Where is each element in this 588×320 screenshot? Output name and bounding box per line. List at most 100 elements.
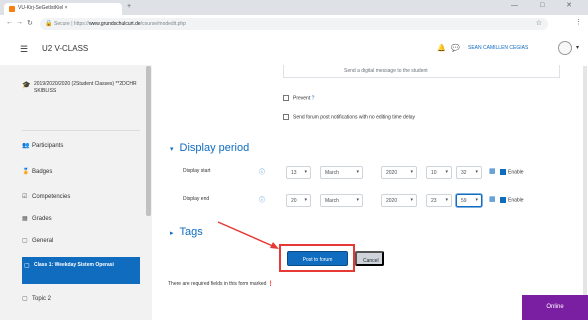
browser-tab-bar: VU-Kirj-SeGetIstKiel × + — □ ✕ — [0, 0, 588, 15]
course-name: 2019/2020/2020 (2Student Classes) **2DCH… — [34, 81, 137, 94]
chevron-down-icon: ▾ — [475, 169, 478, 175]
chevron-down-icon: ▾ — [410, 197, 413, 203]
calendar-icon[interactable]: ▦ — [489, 167, 496, 175]
url-input[interactable]: 🔒 Secure | https://www.grundschulcurt.de… — [40, 18, 548, 30]
required-note-text: There are required fields in this form m… — [168, 281, 267, 287]
end-year-select[interactable]: 2020 ▾ — [381, 194, 417, 207]
select-value: 10 — [431, 170, 437, 176]
start-month-select[interactable]: March ▾ — [320, 166, 363, 179]
cancel-button[interactable]: Cancel — [355, 251, 384, 266]
pinned-checkbox-row[interactable]: Prevent ? — [283, 95, 314, 101]
sidebar-item-label: Competencies — [32, 194, 71, 200]
select-value: 2020 — [386, 170, 398, 176]
site-name[interactable]: U2 V-CLASS — [42, 44, 88, 53]
send-notifications-checkbox-row[interactable]: Send forum post notifications with no ed… — [283, 114, 415, 120]
address-bar: ← → ↻ 🔒 Secure | https://www.grundschulc… — [0, 15, 588, 35]
select-value: 59 — [461, 198, 467, 204]
select-value: 20 — [291, 198, 297, 204]
lock-icon: 🔒 — [45, 21, 53, 27]
display-period-section-header[interactable]: ▾ Display period — [170, 142, 249, 154]
user-name[interactable]: SEAN CAMILLEN CEGIAS — [468, 45, 528, 51]
folder-icon: ▢ — [24, 263, 30, 269]
window-controls[interactable]: — □ ✕ — [511, 1, 582, 9]
sidebar-item-competencies[interactable]: ☑ Competencies — [22, 193, 70, 200]
chevron-down-icon[interactable]: ▾ — [576, 44, 579, 51]
drawer-scrollbar[interactable] — [146, 66, 151, 216]
end-day-select[interactable]: 20 ▾ — [286, 194, 311, 207]
forward-icon[interactable]: → — [16, 19, 23, 26]
url-text: Secure | https://www.grundschulcurt.de/c… — [54, 21, 186, 27]
badge-icon: 🏅 — [22, 169, 30, 175]
chevron-down-icon: ▾ — [304, 169, 307, 175]
grid-icon: ▦ — [22, 216, 28, 222]
chat-icon[interactable]: 💬 — [451, 44, 460, 52]
end-month-select[interactable]: March ▾ — [320, 194, 363, 207]
start-year-select[interactable]: 2020 ▾ — [381, 166, 417, 179]
sidebar-item-badges[interactable]: 🏅 Badges — [22, 168, 52, 175]
display-start-label: Display start — [183, 168, 211, 174]
chevron-down-icon: ▾ — [356, 197, 359, 203]
end-minute-select[interactable]: 59 ▾ — [456, 194, 482, 207]
checkbox[interactable] — [283, 114, 289, 120]
help-icon[interactable]: ⓘ — [259, 167, 265, 176]
bookmark-star-icon[interactable]: ☆ — [536, 19, 542, 27]
chevron-down-icon: ▾ — [475, 197, 478, 203]
start-hour-select[interactable]: 10 ▾ — [426, 166, 452, 179]
end-hour-select[interactable]: 23 ▾ — [426, 194, 452, 207]
select-value: 2020 — [386, 198, 398, 204]
section-title: Display period — [179, 142, 250, 154]
bell-icon[interactable]: 🔔 — [437, 44, 446, 52]
checkbox-label: Enable — [508, 197, 524, 204]
browser-menu-icon[interactable]: ⋮ — [575, 18, 582, 26]
chevron-down-icon: ▾ — [445, 197, 448, 203]
chevron-down-icon: ▾ — [304, 197, 307, 203]
sidebar-item-label: Grades — [32, 216, 52, 222]
sidebar-item-grades[interactable]: ▦ Grades — [22, 215, 52, 222]
graduation-cap-icon: 🎓 — [22, 82, 31, 89]
chevron-down-icon: ▾ — [170, 146, 174, 153]
main-scrollbar[interactable] — [583, 66, 587, 296]
reload-icon[interactable]: ↻ — [27, 19, 33, 27]
avatar[interactable] — [558, 41, 572, 55]
select-value: 13 — [291, 170, 297, 176]
calendar-icon[interactable]: ▦ — [489, 195, 496, 203]
help-icon[interactable]: ⓘ — [259, 195, 265, 204]
start-enable-checkbox[interactable]: Enable — [500, 169, 524, 175]
hamburger-menu-icon[interactable]: ☰ — [20, 44, 28, 55]
moodle-favicon-icon — [9, 6, 15, 12]
online-badge[interactable]: Online — [522, 295, 588, 320]
checkbox[interactable] — [500, 197, 506, 203]
browser-tab-title: VU-Kirj-SeGetIstKiel × — [18, 5, 68, 11]
sidebar-item-participants[interactable]: 👥 Participants — [22, 142, 63, 149]
url-domain: www.grundschulcurt.de — [88, 21, 141, 27]
sidebar-item-topic-2[interactable]: ▢ Topic 2 — [22, 295, 51, 302]
sidebar-item-active-topic[interactable]: ▢ Class 1: Weekday Sistem Operasi — [22, 257, 140, 284]
url-path: /course/modedit.php — [140, 21, 186, 27]
chevron-down-icon: ▾ — [445, 169, 448, 175]
sidebar-item-label: Badges — [32, 169, 53, 175]
sidebar-item-general[interactable]: ▢ General — [22, 237, 53, 244]
users-icon: 👥 — [22, 143, 30, 149]
chevron-right-icon: ▸ — [170, 230, 174, 237]
new-tab-button[interactable]: + — [127, 3, 131, 10]
display-end-label: Display end — [183, 196, 210, 202]
checkbox-label: Prevent — [293, 95, 311, 102]
checkbox-label: Send forum post notifications with no ed… — [293, 114, 416, 121]
start-minute-select[interactable]: 32 ▾ — [456, 166, 482, 179]
back-icon[interactable]: ← — [6, 19, 13, 26]
tags-section-header[interactable]: ▸ Tags — [170, 226, 203, 238]
info-box-text: Send a digital message to the student — [344, 68, 428, 74]
end-enable-checkbox[interactable]: Enable — [500, 197, 524, 203]
select-value: March — [325, 170, 339, 176]
chevron-down-icon: ▾ — [410, 169, 413, 175]
section-title: Tags — [179, 226, 203, 238]
checkbox[interactable] — [500, 169, 506, 175]
browser-tab[interactable]: VU-Kirj-SeGetIstKiel × — [4, 3, 122, 15]
post-to-forum-button[interactable]: Post to forum — [287, 251, 348, 266]
checkbox[interactable] — [283, 95, 289, 101]
help-icon[interactable]: ? — [312, 95, 315, 101]
folder-icon: ▢ — [22, 238, 28, 244]
required-icon: ❗ — [267, 281, 274, 287]
start-day-select[interactable]: 13 ▾ — [286, 166, 311, 179]
chevron-down-icon: ▾ — [356, 169, 359, 175]
